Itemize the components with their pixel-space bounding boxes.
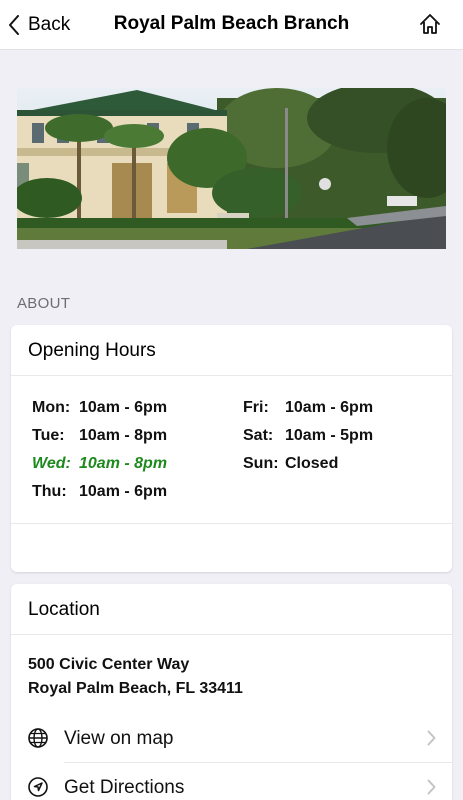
home-icon [419, 13, 441, 35]
view-on-map-label: View on map [64, 728, 174, 749]
hours-grid: Mon: 10am - 6pm Tue: 10am - 8pm Wed: 10am -… [11, 376, 452, 524]
hours-row-thu: Thu: 10am - 6pm [32, 483, 168, 500]
home-button[interactable] [419, 13, 441, 35]
location-title: Location [11, 584, 452, 635]
location-card: Location 500 Civic Center Way Royal Palm… [11, 584, 452, 800]
opening-hours-card: Opening Hours Mon: 10am - 6pm Tue: 10am - … [11, 325, 452, 572]
branch-photo [17, 88, 446, 249]
hours-row-wed-today: Wed: 10am - 8pm [32, 455, 168, 472]
chevron-right-icon [427, 779, 436, 795]
navigation-arrow-icon [27, 776, 49, 798]
address-line-1: 500 Civic Center Way [28, 656, 190, 673]
hours-row-fri: Fri: 10am - 6pm [243, 399, 374, 416]
chevron-right-icon [427, 730, 436, 746]
hours-row-tue: Tue: 10am - 8pm [32, 427, 168, 444]
navigation-bar: Back Royal Palm Beach Branch [0, 0, 463, 50]
get-directions-row[interactable]: Get Directions [11, 764, 452, 800]
opening-hours-title: Opening Hours [11, 325, 452, 376]
hours-row-sat: Sat: 10am - 5pm [243, 427, 374, 444]
back-label: Back [28, 14, 71, 35]
hours-row-mon: Mon: 10am - 6pm [32, 399, 168, 416]
back-button[interactable]: Back [8, 10, 70, 40]
hours-row-sun: Sun: Closed [243, 455, 339, 472]
chevron-left-icon [8, 15, 20, 35]
row-divider [64, 762, 452, 763]
get-directions-label: Get Directions [64, 777, 185, 798]
address-line-2: Royal Palm Beach, FL 33411 [28, 680, 243, 697]
about-section-header: ABOUT [17, 295, 71, 312]
view-on-map-row[interactable]: View on map [11, 715, 452, 763]
address: 500 Civic Center Way Royal Palm Beach, F… [11, 635, 452, 701]
globe-icon [27, 727, 49, 749]
